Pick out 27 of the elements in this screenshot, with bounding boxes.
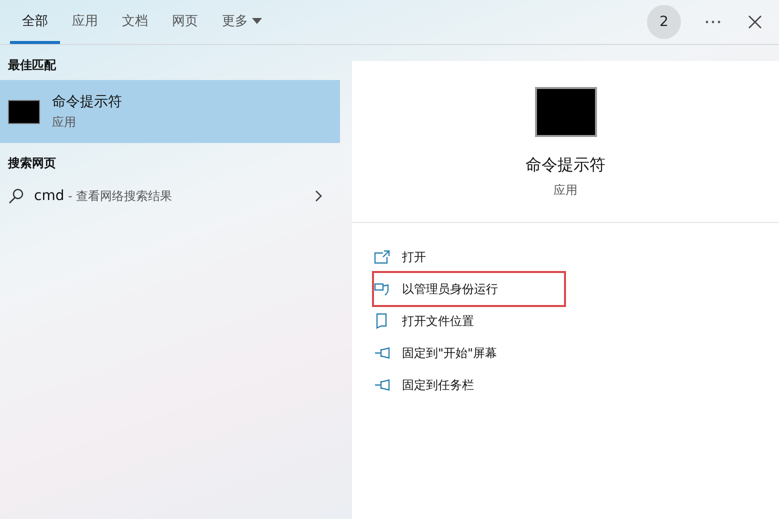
app-title: 命令提示符 — [52, 92, 122, 110]
section-heading: 最佳匹配 — [7, 57, 57, 74]
filter-tab[interactable]: 文档 — [110, 0, 160, 44]
app-type: 应用 — [52, 114, 77, 130]
filter-tab[interactable]: 应用 — [60, 0, 110, 44]
search-icon — [8, 188, 24, 204]
filter-tab[interactable]: 网页 — [160, 0, 210, 44]
action-item[interactable]: 以管理员身份运行 — [374, 273, 564, 305]
action-item[interactable]: 打开文件位置 — [374, 305, 564, 337]
open-window-icon — [374, 250, 390, 264]
terminal-icon — [8, 100, 40, 124]
web-search-item[interactable]: cmd - 查看网络搜索结果 — [0, 178, 340, 214]
app-type: 应用 — [554, 182, 578, 199]
action-item[interactable]: 固定到"开始"屏幕 — [374, 337, 564, 369]
action-item[interactable]: 打开 — [374, 241, 564, 273]
filter-tab[interactable]: 全部 — [10, 0, 60, 44]
best-match-item[interactable]: 命令提示符 应用 — [0, 80, 340, 143]
app-title: 命令提示符 — [526, 155, 606, 176]
terminal-icon — [534, 87, 596, 137]
points-badge[interactable]: 2 — [647, 5, 681, 39]
pin-icon — [374, 347, 390, 359]
filter-tab[interactable]: 更多 — [210, 0, 274, 44]
chevron-right-icon — [315, 190, 322, 202]
section-heading: 搜索网页 — [6, 155, 57, 172]
search-query: cmd - 查看网络搜索结果 — [34, 188, 174, 204]
action-item[interactable]: 固定到任务栏 — [374, 369, 564, 401]
pin-icon — [374, 379, 390, 391]
